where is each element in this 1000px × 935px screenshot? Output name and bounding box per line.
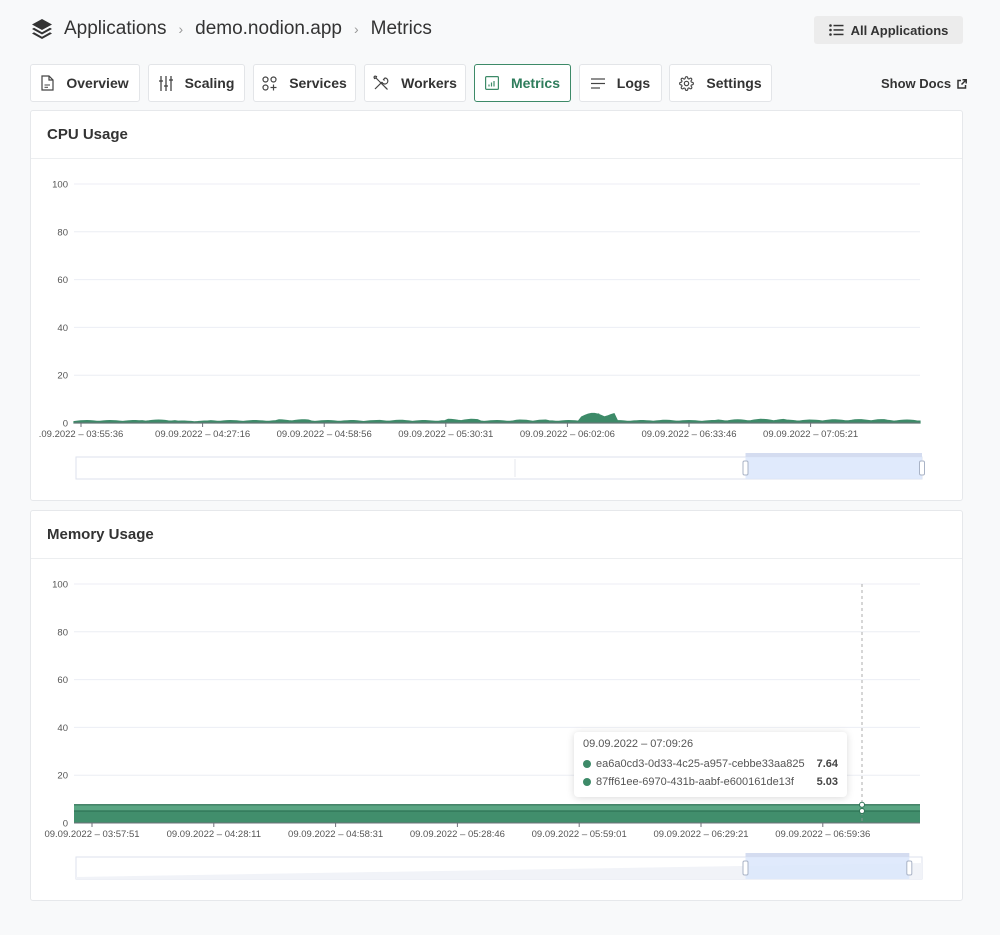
tab-metrics[interactable]: Metrics	[474, 64, 571, 102]
tab-settings-label: Settings	[706, 75, 762, 91]
cpu-usage-title: CPU Usage	[31, 111, 962, 159]
data-zoom-handle-left[interactable]	[742, 860, 749, 876]
x-tick-label: 09.09.2022 – 05:28:46	[410, 829, 505, 840]
breadcrumb-app[interactable]: demo.nodion.app	[195, 18, 342, 40]
data-zoom-window[interactable]	[745, 857, 910, 879]
bar-chart-icon	[484, 76, 499, 90]
y-tick-label: 60	[57, 675, 68, 686]
y-tick-label: 100	[52, 180, 68, 191]
y-tick-label: 20	[57, 371, 68, 382]
y-tick-label: 80	[57, 227, 68, 238]
x-tick-label: 09.09.2022 – 04:28:11	[167, 829, 261, 840]
y-tick-label: 0	[63, 819, 68, 830]
x-tick-label: 09.09.2022 – 04:58:56	[277, 429, 372, 440]
list-icon	[828, 24, 844, 36]
sliders-icon	[158, 75, 173, 91]
tools-icon	[373, 75, 389, 90]
show-docs-link[interactable]: Show Docs	[881, 76, 968, 91]
all-applications-button[interactable]: All Applications	[814, 16, 963, 44]
document-icon	[41, 75, 54, 91]
y-tick-label: 60	[57, 275, 68, 286]
hover-point	[859, 807, 865, 814]
memory-usage-title: Memory Usage	[31, 511, 962, 559]
gear-icon	[679, 75, 695, 91]
all-applications-label: All Applications	[850, 22, 949, 38]
x-tick-label: 09.09.2022 – 06:02:06	[520, 429, 615, 440]
tab-workers-label: Workers	[401, 75, 457, 91]
y-tick-label: 0	[63, 419, 68, 430]
tooltip-series-value: 5.03	[816, 776, 838, 788]
tooltip-series-value: 7.64	[816, 758, 838, 770]
breadcrumb-separator: ›	[353, 21, 359, 37]
data-zoom-move-handle[interactable]	[745, 853, 910, 857]
tooltip-series-name: ea6a0cd3-0d33-4c25-a957-cebbe33aa825	[596, 758, 805, 770]
series-marker-icon	[583, 778, 591, 786]
breadcrumb-applications[interactable]: Applications	[64, 18, 166, 40]
tab-logs-label: Logs	[616, 75, 651, 91]
data-zoom-move-handle[interactable]	[745, 453, 923, 457]
tab-services[interactable]: Services	[253, 64, 356, 102]
data-zoom-handle-right[interactable]	[906, 860, 913, 876]
tooltip-row: ea6a0cd3-0d33-4c25-a957-cebbe33aa825 7.64	[583, 755, 838, 773]
chart-tooltip: 09.09.2022 – 07:09:26 ea6a0cd3-0d33-4c25-…	[574, 732, 847, 797]
breadcrumb: Applications › demo.nodion.app › Metrics	[30, 14, 432, 44]
tab-overview[interactable]: Overview	[30, 64, 140, 102]
services-grid-icon	[262, 75, 277, 91]
tab-metrics-label: Metrics	[510, 75, 561, 91]
memory-usage-card: Memory Usage 0 20 40 60 80 100 09.09.2022 – 03…	[30, 510, 963, 901]
cpu-usage-card: CPU Usage 0 20 40 60 80 100 .09.2022 – 03:55:3…	[30, 110, 963, 501]
y-tick-label: 40	[57, 323, 68, 334]
x-tick-label: 09.09.2022 – 06:33:46	[641, 429, 736, 440]
tooltip-series-name: 87ff61ee-6970-431b-aabf-e600161de13f	[596, 776, 794, 788]
x-tick-label: 09.09.2022 – 06:29:21	[653, 829, 748, 840]
layers-stack-icon	[30, 17, 54, 41]
data-zoom-window[interactable]	[745, 457, 923, 479]
data-zoom-handle-right[interactable]	[919, 460, 925, 476]
y-tick-label: 20	[57, 771, 68, 782]
tab-scaling[interactable]: Scaling	[148, 64, 245, 102]
x-tick-label: .09.2022 – 03:55:36	[39, 429, 124, 440]
x-tick-label: 09.09.2022 – 04:58:31	[288, 829, 383, 840]
tooltip-row: 87ff61ee-6970-431b-aabf-e600161de13f 5.03	[583, 773, 838, 791]
external-link-icon	[957, 78, 968, 89]
x-tick-label: 09.09.2022 – 05:30:31	[398, 429, 493, 440]
tab-scaling-label: Scaling	[184, 75, 235, 91]
y-tick-label: 100	[52, 580, 68, 591]
tab-logs[interactable]: Logs	[579, 64, 662, 102]
x-tick-label: 09.09.2022 – 06:59:36	[775, 829, 870, 840]
series-marker-icon	[583, 760, 591, 768]
y-tick-label: 80	[57, 627, 68, 638]
data-zoom-handle-left[interactable]	[742, 460, 749, 476]
tab-services-label: Services	[289, 75, 347, 91]
cpu-usage-chart: 0 20 40 60 80 100 .09.2022 – 03:55:36 09.09.202…	[39, 180, 925, 480]
memory-usage-chart: 0 20 40 60 80 100 09.09.2022 – 03:57:51 09.09.2…	[44, 580, 923, 880]
breadcrumb-separator: ›	[178, 21, 184, 37]
x-tick-label: 09.09.2022 – 07:05:21	[763, 429, 858, 440]
tab-overview-label: Overview	[66, 75, 129, 91]
tooltip-time: 09.09.2022 – 07:09:26	[583, 738, 694, 750]
tab-workers[interactable]: Workers	[364, 64, 466, 102]
y-tick-label: 40	[57, 723, 68, 734]
x-tick-label: 09.09.2022 – 04:27:16	[155, 429, 250, 440]
cpu-series-area	[73, 412, 921, 424]
x-tick-label: 09.09.2022 – 03:57:51	[44, 829, 139, 840]
show-docs-label: Show Docs	[881, 76, 952, 91]
tab-settings[interactable]: Settings	[669, 64, 772, 102]
memory-series-area-2	[74, 810, 920, 823]
x-tick-label: 09.09.2022 – 05:59:01	[532, 829, 627, 840]
lines-icon	[590, 77, 605, 89]
breadcrumb-current: Metrics	[370, 18, 432, 39]
hover-point	[859, 801, 865, 808]
